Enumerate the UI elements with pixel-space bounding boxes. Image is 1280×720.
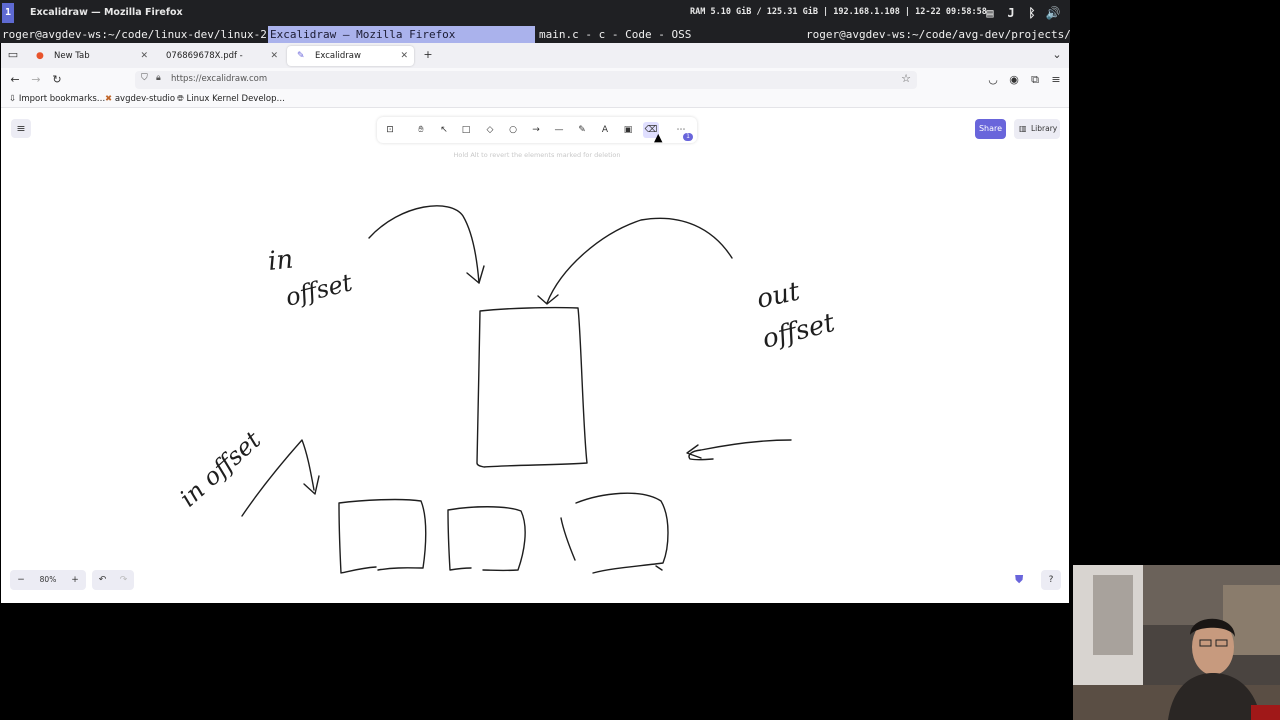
back-button[interactable]: ← (7, 72, 23, 88)
sketch-small-box-2 (447, 506, 526, 572)
sketch-main-rectangle (476, 306, 588, 468)
text-tool-icon[interactable]: A (597, 122, 613, 138)
close-tab-icon[interactable]: ✕ (140, 46, 148, 66)
import-icon: ⇩ (9, 94, 17, 104)
browser-tab-pdf[interactable]: 076869678X.pdf - Linux.Ker ✕ (156, 46, 284, 81)
sketch-small-arrow (688, 439, 792, 461)
browser-tab-excalidraw[interactable]: ✎ Excalidraw ✕ (287, 46, 414, 66)
firefox-icon: ● (36, 51, 44, 61)
close-tab-icon[interactable]: ✕ (400, 46, 408, 66)
bookmark-import[interactable]: ⇩ Import bookmarks… (9, 94, 105, 104)
system-status-text: RAM 5.10 GiB / 125.31 GiB | 192.168.1.10… (690, 7, 987, 17)
zoom-out-button[interactable]: − (10, 570, 32, 590)
bookmark-label: avgdev-studio (114, 94, 176, 104)
j-app-icon[interactable]: J (1003, 5, 1019, 21)
diamond-tool-icon[interactable]: ◇ (482, 122, 498, 138)
undo-redo-controls: ↶ ↷ (92, 570, 134, 590)
close-tab-icon[interactable]: ✕ (270, 46, 278, 66)
workspace-indicator[interactable]: 1 (2, 3, 14, 23)
extensions-icon[interactable]: ⧉ (1027, 72, 1043, 88)
arrow-tool-icon[interactable]: → (528, 122, 544, 138)
library-icon: ▥ (1019, 124, 1027, 133)
bookmark-label: Linux Kernel Develop… (186, 94, 286, 104)
help-button[interactable]: ? (1041, 570, 1061, 590)
focused-window-title: Excalidraw — Mozilla Firefox (30, 7, 183, 18)
window-tab-code-oss[interactable]: main.c - c - Code - OSS (537, 26, 802, 43)
sketch-arrowhead-in (466, 265, 485, 284)
bookmark-star-icon[interactable]: ☆ (901, 72, 911, 85)
zoom-in-button[interactable]: + (64, 570, 86, 590)
network-icon[interactable]: ▤ (982, 5, 998, 21)
tracking-shield-icon[interactable]: ⛉ (141, 73, 148, 83)
mouse-cursor-icon: ▲ (654, 131, 663, 144)
avgdev-icon: ✖ (105, 94, 113, 104)
sketch-arrow-in (368, 205, 480, 284)
system-status-bar: 1 Excalidraw — Mozilla Firefox RAM 5.10 … (0, 0, 1070, 26)
sketch-small-box-1 (338, 498, 427, 574)
browser-tab-strip: ▭ ● New Tab ✕ 076869678X.pdf - Linux.Ker… (1, 43, 1069, 81)
reload-button[interactable]: ↻ (49, 72, 65, 88)
library-button[interactable]: ▥ Library (1014, 119, 1060, 139)
list-tabs-chevron-icon[interactable]: ⌄ (1049, 47, 1065, 63)
draw-tool-icon[interactable]: ✎ (574, 122, 590, 138)
excalidraw-favicon-icon: ✎ (297, 51, 305, 61)
sketch-label-diag-offset: in offset (174, 426, 266, 513)
excalidraw-canvas[interactable]: in offset out offset in offset ≡ ⊡ ✋︎ ↖ … (1, 108, 1069, 603)
main-menu-button[interactable]: ≡ (11, 119, 31, 138)
url-bar[interactable]: ⛉ 🔒︎ https://excalidraw.com ☆ (135, 71, 917, 89)
redo-button[interactable]: ↷ (113, 570, 134, 590)
image-tool-icon[interactable]: ▣ (620, 122, 636, 138)
firefox-window: ▭ ● New Tab ✕ 076869678X.pdf - Linux.Ker… (1, 43, 1069, 603)
tool-badge: 1 (683, 133, 693, 141)
forward-button[interactable]: → (28, 72, 44, 88)
zoom-level[interactable]: 80% (32, 570, 64, 590)
lock-tool-icon[interactable]: ⊡ (382, 122, 398, 138)
pocket-icon[interactable]: ◡ (985, 72, 1001, 88)
window-tab-bar: roger@avgdev-ws:~/code/linux-dev/linux-2… (0, 26, 1070, 43)
eraser-hint: Hold Alt to revert the elements marked f… (453, 151, 621, 159)
share-button[interactable]: Share (975, 119, 1006, 139)
hand-tool-icon[interactable]: ✋︎ (413, 122, 429, 138)
bookmark-label: Import bookmarks… (18, 94, 106, 104)
globe-icon: 🌐︎ (177, 94, 184, 104)
window-tab-terminal-projects[interactable]: roger@avgdev-ws:~/code/avg-dev/projects/… (804, 26, 1070, 43)
bookmark-linux-kernel[interactable]: 🌐︎ Linux Kernel Develop… (177, 94, 285, 104)
webcam-overlay (1073, 565, 1280, 720)
line-tool-icon[interactable]: — (551, 122, 567, 138)
bookmarks-toolbar: ⇩ Import bookmarks… ✖ avgdev-studio 🌐︎ L… (1, 92, 1069, 108)
sketch-label-in: in (267, 245, 295, 277)
browser-tab-label: Excalidraw (315, 51, 361, 61)
bookmark-avgdev-studio[interactable]: ✖ avgdev-studio (105, 94, 175, 104)
window-tab-firefox[interactable]: Excalidraw — Mozilla Firefox (268, 26, 535, 43)
new-tab-button[interactable]: + (420, 47, 436, 63)
browser-tab-new-tab[interactable]: ● New Tab ✕ (26, 46, 154, 66)
undo-button[interactable]: ↶ (92, 570, 113, 590)
navigation-toolbar: ← → ↻ ⛉ 🔒︎ https://excalidraw.com ☆ ◡ ◉ … (1, 68, 1069, 92)
hamburger-menu-icon[interactable]: ≡ (1048, 72, 1064, 88)
sketch-label-in-offset: offset (283, 268, 356, 312)
sketch-label-out: out (754, 276, 803, 314)
sketch-small-box-3 (560, 492, 669, 574)
browser-tab-label: New Tab (54, 51, 90, 61)
select-tool-icon[interactable]: ↖ (436, 122, 452, 138)
sketch-arrow-out (546, 217, 733, 304)
window-tab-terminal-linux[interactable]: roger@avgdev-ws:~/code/linux-dev/linux-2… (0, 26, 266, 43)
encryption-shield-icon[interactable]: ⛊ (1015, 573, 1029, 587)
account-icon[interactable]: ◉ (1006, 72, 1022, 88)
sketch-drawing[interactable]: in offset out offset in offset (1, 108, 1069, 603)
bluetooth-icon[interactable]: ᛒ (1024, 5, 1040, 21)
lock-icon[interactable]: 🔒︎ (156, 73, 161, 83)
zoom-controls: − 80% + (10, 570, 86, 590)
ellipse-tool-icon[interactable]: ○ (505, 122, 521, 138)
library-label: Library (1031, 124, 1058, 133)
webcam-image (1073, 565, 1280, 720)
tab-overview-icon[interactable]: ▭ (5, 47, 21, 63)
sketch-label-out-offset: offset (759, 308, 838, 355)
excalidraw-toolbar: ⊡ ✋︎ ↖ □ ◇ ○ → — ✎ A ▣ ⌫ ⋯ 1 ▲ (377, 117, 697, 144)
rectangle-tool-icon[interactable]: □ (458, 122, 474, 138)
url-text[interactable]: https://excalidraw.com (171, 74, 267, 84)
volume-icon[interactable]: 🔊 (1045, 5, 1061, 21)
